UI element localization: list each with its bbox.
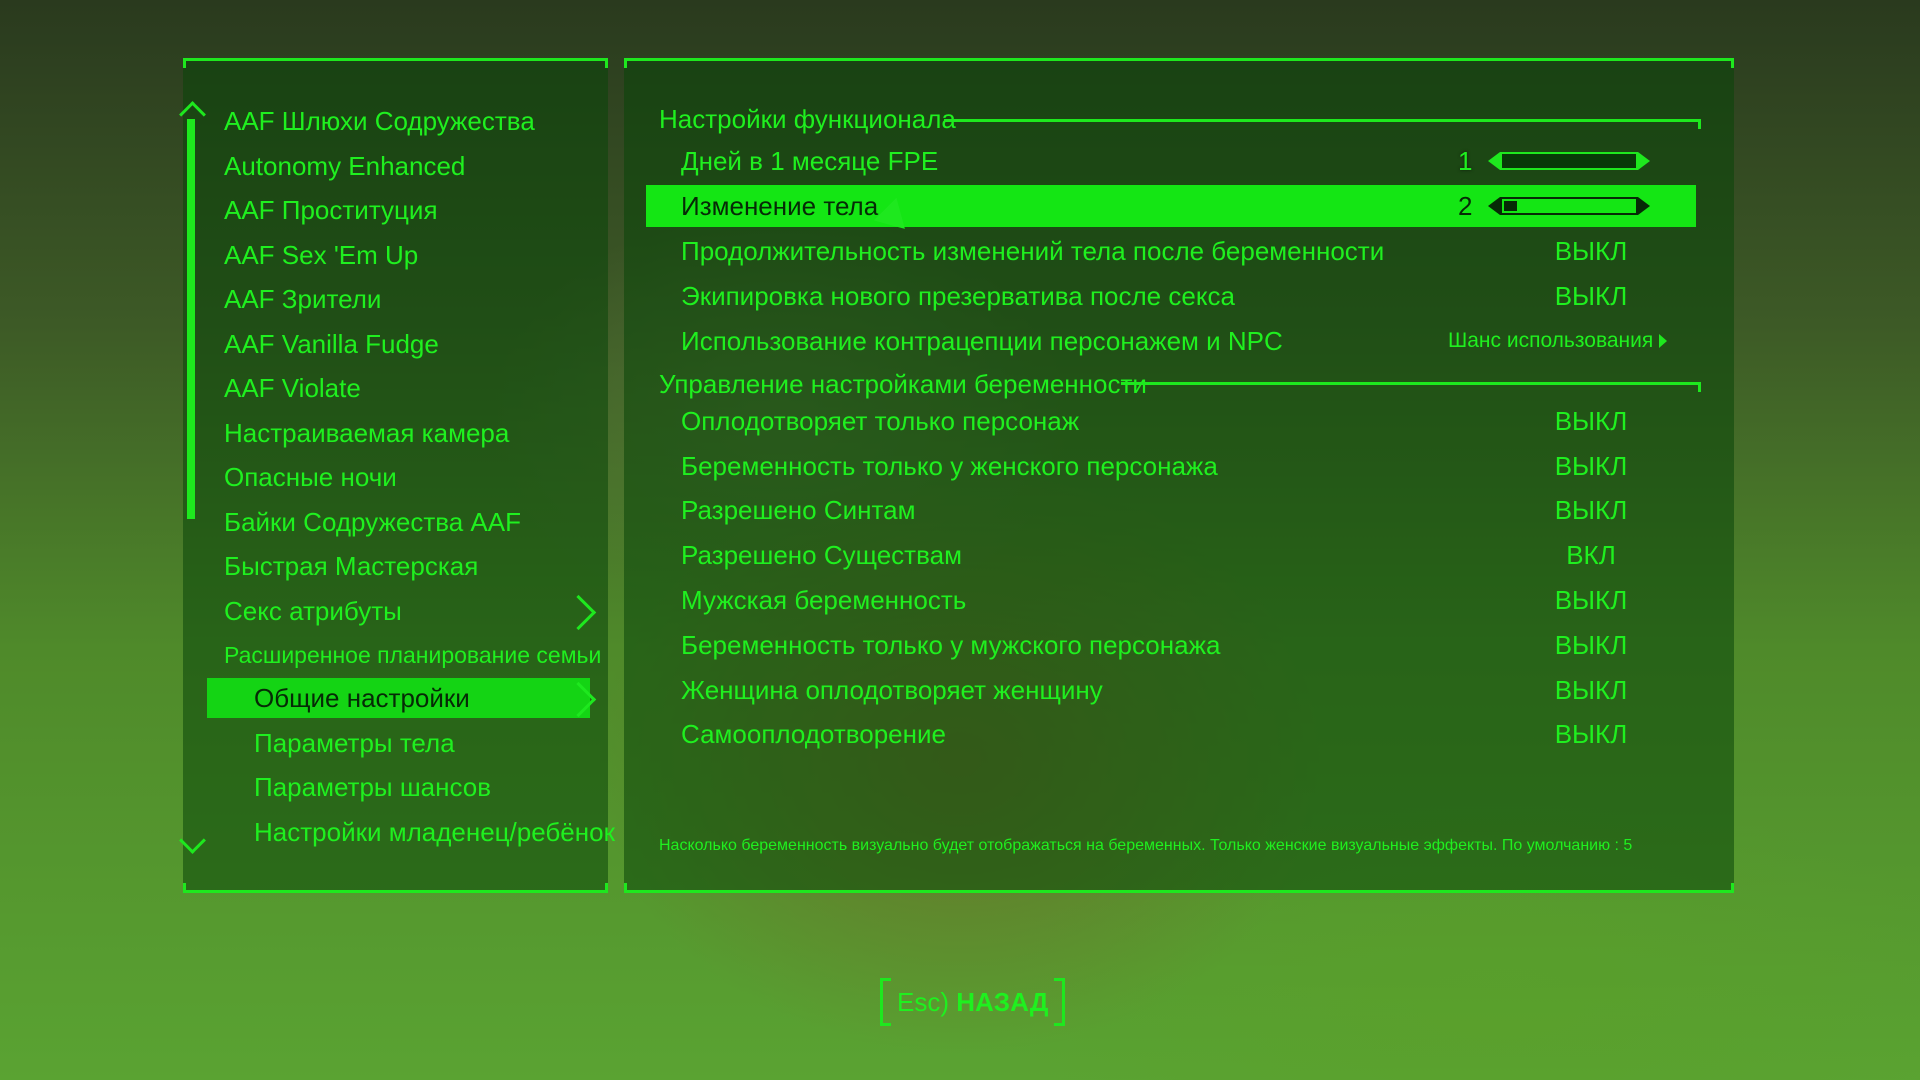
mod-list-item[interactable]: AAF Шлюхи Содружества: [224, 101, 535, 141]
setting-label: Оплодотворяет только персонаж: [681, 406, 1080, 436]
setting-value[interactable]: ВЫКЛ: [1526, 275, 1656, 317]
setting-row[interactable]: Дней в 1 месяце FPE 1: [646, 140, 1696, 182]
mod-subitem[interactable]: Параметры шансов: [254, 767, 491, 807]
setting-label: Изменение тела: [681, 191, 879, 221]
mod-list-item[interactable]: AAF Violate: [224, 368, 361, 408]
mod-list-item[interactable]: Быстрая Мастерская: [224, 546, 478, 586]
setting-label: Экипировка нового презерватива после сек…: [681, 281, 1235, 311]
slider-left-icon[interactable]: [1488, 152, 1500, 170]
mod-list-item[interactable]: Autonomy Enhanced: [224, 146, 465, 186]
bracket-corner: [883, 978, 891, 981]
mod-list-item[interactable]: Настраиваемая камера: [224, 413, 509, 453]
back-label: НАЗАД: [956, 987, 1049, 1017]
section-header: Управление настройками беременности: [659, 369, 1147, 399]
setting-label: Самооплодотворение: [681, 719, 946, 749]
slider-track: [1500, 152, 1638, 170]
mod-list-item[interactable]: Опасные ночи: [224, 457, 397, 497]
setting-row[interactable]: Продолжительность изменений тела после б…: [646, 230, 1696, 272]
setting-value[interactable]: ВКЛ: [1526, 534, 1656, 576]
setting-row[interactable]: Экипировка нового презерватива после сек…: [646, 275, 1696, 317]
setting-row[interactable]: Женщина оплодотворяет женщину ВЫКЛ: [646, 669, 1696, 711]
setting-label: Женщина оплодотворяет женщину: [681, 675, 1103, 705]
bracket-corner: [1054, 978, 1063, 981]
mod-list-item[interactable]: Байки Содружества AAF: [224, 502, 521, 542]
setting-label: Дней в 1 месяце FPE: [681, 146, 939, 176]
setting-row[interactable]: Разрешено Существам ВКЛ: [646, 534, 1696, 576]
setting-label: Разрешено Синтам: [681, 495, 916, 525]
setting-row[interactable]: Беременность только у мужского персонажа…: [646, 624, 1696, 666]
mod-list-panel: AAF Шлюхи Содружества Autonomy Enhanced …: [179, 58, 615, 893]
setting-label: Использование контрацепции персонажем и …: [681, 326, 1283, 356]
play-icon: [1659, 334, 1668, 349]
slider-fill: [1504, 201, 1517, 211]
section-divider-end: [1698, 119, 1701, 129]
section-divider-end: [1698, 382, 1701, 392]
mod-subitem-selected[interactable]: Общие настройки: [207, 678, 590, 718]
setting-description: Насколько беременность визуально будет о…: [659, 837, 1633, 854]
setting-label: Разрешено Существам: [681, 540, 962, 570]
setting-row[interactable]: Разрешено Синтам ВЫКЛ: [646, 489, 1696, 531]
setting-row[interactable]: Мужская беременность ВЫКЛ: [646, 579, 1696, 621]
mod-subitem[interactable]: Настройки младенец/ребёнок: [254, 812, 615, 852]
setting-row[interactable]: Оплодотворяет только персонаж ВЫКЛ: [646, 400, 1696, 442]
section-header: Настройки функционала: [659, 104, 956, 134]
slider-value: 2: [1458, 191, 1473, 221]
setting-label: Беременность только у женского персонажа: [681, 451, 1218, 481]
slider-right-icon[interactable]: [1638, 152, 1650, 170]
slider-value: 1: [1458, 146, 1473, 176]
bracket-corner: [1054, 1023, 1063, 1026]
setting-label: Мужская беременность: [681, 585, 967, 615]
slider[interactable]: [1488, 152, 1650, 170]
setting-value[interactable]: ВЫКЛ: [1526, 445, 1656, 487]
slider-track: [1500, 197, 1638, 215]
setting-value[interactable]: ВЫКЛ: [1526, 624, 1656, 666]
scroll-down-icon[interactable]: [179, 827, 206, 854]
setting-label: Продолжительность изменений тела после б…: [681, 236, 1385, 266]
submenu-label: Шанс использования: [1448, 329, 1654, 352]
mod-list-item[interactable]: AAF Зрители: [224, 279, 381, 319]
slider-right-icon[interactable]: [1638, 197, 1650, 215]
mod-list-item[interactable]: AAF Sex 'Em Up: [224, 235, 418, 275]
setting-label: Беременность только у мужского персонажа: [681, 630, 1221, 660]
setting-row[interactable]: Использование контрацепции персонажем и …: [646, 320, 1696, 362]
setting-row[interactable]: Самооплодотворение ВЫКЛ: [646, 713, 1696, 755]
mod-list-item[interactable]: Расширенное планирование семьи: [224, 635, 601, 675]
slider[interactable]: [1488, 197, 1650, 215]
setting-value[interactable]: ВЫКЛ: [1526, 669, 1656, 711]
mod-subitem[interactable]: Параметры тела: [254, 723, 455, 763]
submenu-link[interactable]: Шанс использования: [1448, 320, 1668, 362]
chevron-right-icon: [560, 594, 597, 631]
scrollbar[interactable]: [187, 119, 195, 519]
back-key: Esc): [897, 987, 949, 1017]
setting-value[interactable]: ВЫКЛ: [1526, 230, 1656, 272]
slider-left-icon[interactable]: [1488, 197, 1500, 215]
mod-list-item[interactable]: AAF Проституция: [224, 190, 438, 230]
setting-value[interactable]: ВЫКЛ: [1526, 400, 1656, 442]
settings-panel: Настройки функционала Дней в 1 месяце FP…: [624, 58, 1734, 893]
section-divider: [1121, 382, 1701, 385]
setting-value[interactable]: ВЫКЛ: [1526, 579, 1656, 621]
section-divider: [944, 119, 1701, 122]
bracket-corner: [883, 1023, 891, 1026]
setting-row-selected[interactable]: Изменение тела 2: [646, 185, 1696, 227]
setting-row[interactable]: Беременность только у женского персонажа…: [646, 445, 1696, 487]
setting-value[interactable]: ВЫКЛ: [1526, 713, 1656, 755]
mod-list-item[interactable]: Секс атрибуты: [224, 591, 402, 631]
setting-value[interactable]: ВЫКЛ: [1526, 489, 1656, 531]
mod-list-item[interactable]: AAF Vanilla Fudge: [224, 324, 439, 364]
back-button[interactable]: Esc) НАЗАД: [880, 978, 1066, 1026]
